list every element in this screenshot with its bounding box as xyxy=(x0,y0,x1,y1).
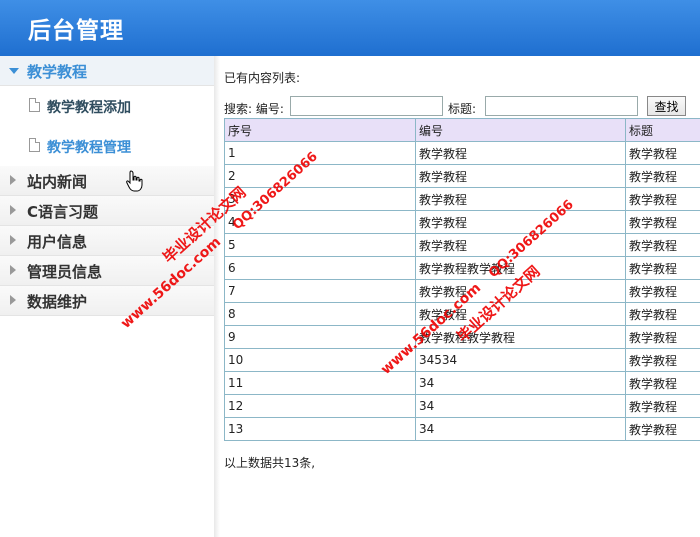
cell-code: 教学教程教学教程 xyxy=(415,325,626,349)
cell-title: 教学教程 xyxy=(625,141,700,165)
cell-code: 34 xyxy=(415,417,626,441)
cell-title: 教学教程 xyxy=(625,348,700,372)
search-id-label: 搜索: 编号: xyxy=(224,102,284,116)
table-header-row: 序号 编号 标题 xyxy=(224,118,700,142)
cell-index: 2 xyxy=(224,164,416,188)
cell-index: 12 xyxy=(224,394,416,418)
chevron-down-icon xyxy=(9,68,19,74)
cell-index: 13 xyxy=(224,417,416,441)
sidebar-group-label: 站内新闻 xyxy=(27,173,88,191)
app-title: 后台管理 xyxy=(28,17,124,44)
cell-title: 教学教程 xyxy=(625,371,700,395)
cell-code: 34 xyxy=(415,371,626,395)
search-bar: 搜索: 编号: 标题: 查找 xyxy=(224,96,700,118)
search-button[interactable]: 查找 xyxy=(647,96,686,116)
chevron-right-icon xyxy=(10,205,16,215)
cell-title: 教学教程 xyxy=(625,394,700,418)
table-row: 6 教学教程教学教程 教学教程 xyxy=(224,256,700,280)
column-header-title: 标题 xyxy=(625,118,700,142)
sidebar: 教学教程 教学教程添加 教学教程管理 站内新闻 C语言习题 用户信息 管理员信息… xyxy=(0,56,220,537)
cell-index: 9 xyxy=(224,325,416,349)
cell-index: 5 xyxy=(224,233,416,257)
sidebar-group-label: 教学教程 xyxy=(27,63,88,81)
search-title-input[interactable] xyxy=(485,96,638,116)
cell-code: 教学教程 xyxy=(415,141,626,165)
table-row: 4 教学教程 教学教程 xyxy=(224,210,700,234)
search-title-label: 标题: xyxy=(448,102,477,116)
sidebar-item-label: 教学教程管理 xyxy=(47,140,131,156)
cell-code: 教学教程 xyxy=(415,164,626,188)
column-header-index: 序号 xyxy=(224,118,416,142)
cell-title: 教学教程 xyxy=(625,279,700,303)
chevron-right-icon xyxy=(10,235,16,245)
chevron-right-icon xyxy=(10,265,16,275)
sidebar-item-label: 教学教程添加 xyxy=(47,100,131,116)
cell-code: 34 xyxy=(415,394,626,418)
table-row: 5 教学教程 教学教程 xyxy=(224,233,700,257)
table-row: 12 34 教学教程 xyxy=(224,394,700,418)
hand-cursor-icon xyxy=(126,170,143,192)
cell-title: 教学教程 xyxy=(625,256,700,280)
cell-code: 教学教程 xyxy=(415,210,626,234)
sidebar-group-label: 用户信息 xyxy=(27,233,88,251)
header-bar: 后台管理 xyxy=(0,0,700,56)
sidebar-item-tutorial-manage[interactable]: 教学教程管理 xyxy=(0,126,214,166)
cell-index: 7 xyxy=(224,279,416,303)
sidebar-group-c-exercises[interactable]: C语言习题 xyxy=(0,196,214,226)
sidebar-item-tutorial-add[interactable]: 教学教程添加 xyxy=(0,86,214,126)
cell-title: 教学教程 xyxy=(625,210,700,234)
chevron-right-icon xyxy=(10,175,16,185)
cell-title: 教学教程 xyxy=(625,187,700,211)
chevron-right-icon xyxy=(10,295,16,305)
cell-title: 教学教程 xyxy=(625,325,700,349)
column-header-code: 编号 xyxy=(415,118,626,142)
table-row: 11 34 教学教程 xyxy=(224,371,700,395)
record-count: 以上数据共13条, xyxy=(224,456,316,470)
cell-title: 教学教程 xyxy=(625,417,700,441)
cell-title: 教学教程 xyxy=(625,164,700,188)
cell-title: 教学教程 xyxy=(625,302,700,326)
document-icon xyxy=(29,138,40,152)
list-title: 已有内容列表: xyxy=(224,71,301,85)
sidebar-group-label: 数据维护 xyxy=(27,293,88,311)
sidebar-group-label: C语言习题 xyxy=(27,203,99,221)
sidebar-group-tutorials[interactable]: 教学教程 xyxy=(0,56,214,86)
cell-index: 8 xyxy=(224,302,416,326)
sidebar-group-label: 管理员信息 xyxy=(27,263,103,281)
search-id-input[interactable] xyxy=(290,96,443,116)
table-row: 13 34 教学教程 xyxy=(224,417,700,441)
document-icon xyxy=(29,98,40,112)
cell-title: 教学教程 xyxy=(625,233,700,257)
sidebar-group-data-maintenance[interactable]: 数据维护 xyxy=(0,286,214,316)
table-row: 10 34534 教学教程 xyxy=(224,348,700,372)
cell-index: 6 xyxy=(224,256,416,280)
cell-code: 教学教程 xyxy=(415,187,626,211)
cell-code: 34534 xyxy=(415,348,626,372)
sidebar-group-news[interactable]: 站内新闻 xyxy=(0,166,214,196)
table-row: 3 教学教程 教学教程 xyxy=(224,187,700,211)
